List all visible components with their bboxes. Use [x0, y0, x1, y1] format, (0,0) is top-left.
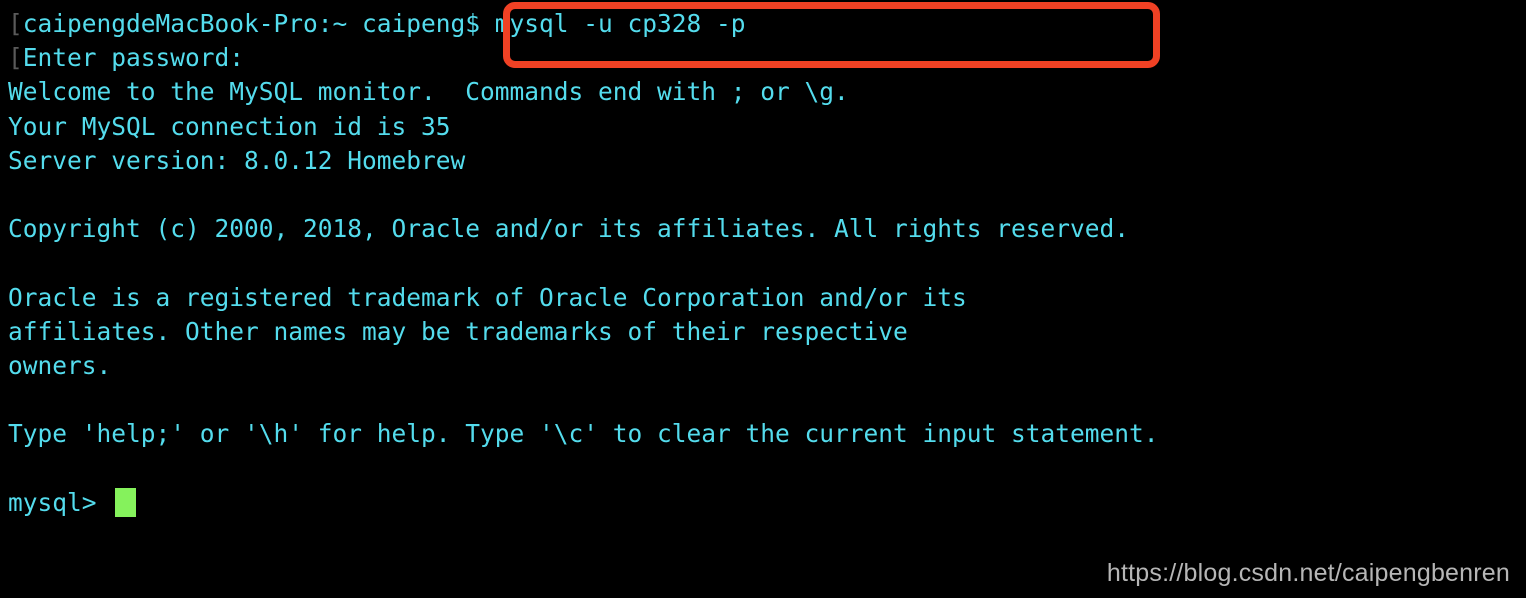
terminal-line-text: Server version: 8.0.12 Homebrew [8, 145, 466, 175]
terminal-line-text: Type 'help;' or '\h' for help. Type '\c'… [8, 419, 1159, 449]
terminal-line-trademark-2: affiliates. Other names may be trademark… [0, 315, 1526, 349]
terminal-line-text: Your MySQL connection id is 35 [8, 111, 451, 141]
terminal-line-trademark-1: Oracle is a registered trademark of Orac… [0, 281, 1526, 315]
terminal-window[interactable]: [caipengdeMacBook-Pro:~ caipeng$ mysql -… [0, 0, 1526, 598]
terminal-line-text: affiliates. Other names may be trademark… [8, 316, 908, 346]
mysql-prompt-label: mysql> [8, 487, 112, 517]
text-cursor [115, 487, 137, 517]
terminal-line-text: Oracle is a registered trademark of Orac… [8, 282, 967, 312]
mysql-prompt-line[interactable]: mysql> [0, 486, 1526, 520]
terminal-line-trademark-3: owners. [0, 349, 1526, 383]
terminal-line-connection-id: Your MySQL connection id is 35 [0, 110, 1526, 144]
terminal-line-text: caipengdeMacBook-Pro:~ caipeng$ mysql -u… [22, 9, 746, 38]
terminal-line-welcome: Welcome to the MySQL monitor. Commands e… [0, 75, 1526, 109]
terminal-screen[interactable]: [caipengdeMacBook-Pro:~ caipeng$ mysql -… [0, 0, 1526, 560]
terminal-line-copyright: Copyright (c) 2000, 2018, Oracle and/or … [0, 212, 1526, 246]
shell-bracket-icon: [ [8, 43, 23, 73]
terminal-line-help-hint: Type 'help;' or '\h' for help. Type '\c'… [0, 417, 1526, 451]
terminal-line-text: Copyright (c) 2000, 2018, Oracle and/or … [8, 214, 1130, 244]
terminal-line-prompt-command: [caipengdeMacBook-Pro:~ caipeng$ mysql -… [0, 7, 1526, 41]
shell-bracket-icon: [ [8, 9, 23, 38]
terminal-line-password-prompt: [Enter password: [0, 41, 1526, 75]
terminal-line-text: Enter password: [22, 43, 245, 73]
terminal-line-text: Welcome to the MySQL monitor. Commands e… [8, 77, 849, 107]
terminal-line-text: owners. [8, 350, 112, 380]
watermark-url: https://blog.csdn.net/caipengbenren [1106, 559, 1510, 587]
terminal-line-server-version: Server version: 8.0.12 Homebrew [0, 144, 1526, 178]
